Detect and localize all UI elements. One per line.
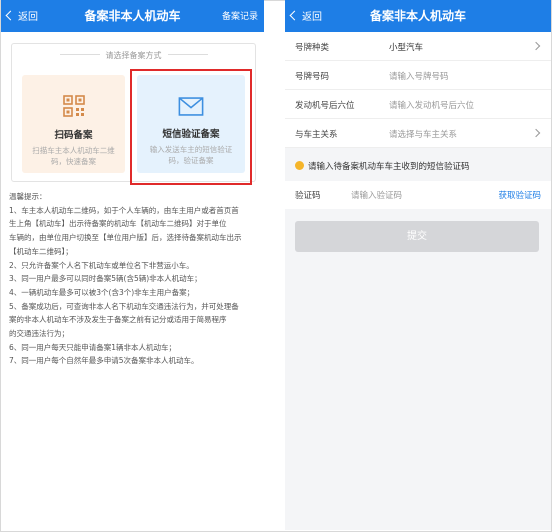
records-link[interactable]: 备案记录	[222, 9, 258, 22]
method-title: 请选择备案方式	[12, 50, 255, 61]
scan-code-card[interactable]: 扫码备案 扫描车主本人机动车二维码，快速备案	[22, 75, 125, 173]
tip-line: 3、同一用户最多可以同时备案5辆(含5辆)非本人机动车；	[9, 274, 202, 284]
owner-relation-select[interactable]: 与车主关系 请选择与车主关系	[285, 119, 551, 148]
info-dot-icon	[295, 161, 304, 170]
field-label: 号牌号码	[295, 72, 330, 82]
left-header: 返回 备案非本人机动车 备案记录	[1, 0, 264, 32]
chevron-right-icon	[531, 41, 541, 51]
field-placeholder: 请输入号牌号码	[389, 72, 449, 82]
verify-code-input[interactable]: 请输入验证码	[351, 189, 402, 201]
plate-type-select[interactable]: 号牌种类 小型汽车	[285, 32, 551, 61]
tips-title: 温馨提示：	[9, 192, 47, 201]
tip-line: 2、只允许备案个人名下机动车或单位名下非营运小车。	[9, 260, 194, 270]
field-placeholder: 请选择与车主关系	[389, 130, 458, 140]
field-label: 与车主关系	[295, 130, 338, 140]
right-header: 返回 备案非本人机动车	[285, 0, 551, 32]
scan-code-label: 扫码备案	[54, 130, 93, 141]
sms-notice: 请输入待备案机动车车主收到的短信验证码	[285, 152, 551, 178]
scan-code-desc: 扫描车主本人机动车二维码，快速备案	[32, 146, 115, 166]
notice-text: 请输入待备案机动车车主收到的短信验证码	[308, 162, 470, 172]
field-value: 小型汽车	[389, 43, 424, 53]
verify-label: 验证码	[295, 191, 321, 201]
vehicle-form: 号牌种类 小型汽车 号牌号码 请输入号牌号码 发动机号后六位 请输入发动机号后六…	[285, 32, 551, 148]
get-code-button[interactable]: 获取验证码	[498, 189, 541, 201]
field-placeholder: 请输入发动机号后六位	[389, 101, 475, 111]
tips-section: 温馨提示： 1、车主本人机动车二维码，如于个人车辆的，由车主用户或者首页首 生上…	[9, 190, 259, 368]
qr-code-icon	[62, 95, 85, 117]
tip-line: 7、同一用户每个自然年最多申请5次备案非本人机动车。	[9, 356, 199, 366]
field-label: 号牌种类	[295, 43, 330, 53]
tip-line: 4、一辆机动车最多可以被3个(含3个)非车主用户备案；	[9, 287, 195, 297]
tip-line: 的交通违法行为；	[9, 329, 69, 339]
tip-line: 6、同一用户每天只能申请备案1辆非本人机动车；	[9, 342, 177, 352]
highlight-box	[130, 69, 252, 185]
engine-number-input[interactable]: 发动机号后六位 请输入发动机号后六位	[285, 90, 551, 119]
tip-line: 案的非本人机动车不涉及发生于备案之前有记分或适用于简易程序	[9, 315, 227, 325]
page-title: 备案非本人机动车	[369, 9, 466, 23]
chevron-right-icon	[531, 128, 541, 138]
submit-button[interactable]: 提交	[295, 221, 539, 252]
tip-line: 车辆的，由单位用户切换至【单位用户版】后，选择待备案机动车出示	[9, 233, 242, 243]
tip-line: 生上角【机动车】出示待备案的机动车【机动车二维码】对于单位	[9, 219, 227, 229]
plate-number-input[interactable]: 号牌号码 请输入号牌号码	[285, 61, 551, 90]
field-label: 发动机号后六位	[295, 101, 355, 111]
tip-line: 5、备案成功后，可查询非本人名下机动车交通违法行为，并可处理备	[9, 301, 239, 311]
right-screen: 返回 备案非本人机动车 号牌种类 小型汽车 号牌号码 请输入号牌号码 发动机号后…	[285, 0, 551, 530]
tip-line: 1、车主本人机动车二维码，如于个人车辆的，由车主用户或者首页首	[9, 205, 239, 215]
tip-line: 【机动车二维码】；	[9, 246, 73, 256]
left-screen: 返回 备案非本人机动车 备案记录 请选择备案方式 扫码备案 扫描车主本人机动车二…	[1, 0, 264, 530]
verify-code-row: 验证码 请输入验证码 获取验证码	[285, 181, 551, 209]
